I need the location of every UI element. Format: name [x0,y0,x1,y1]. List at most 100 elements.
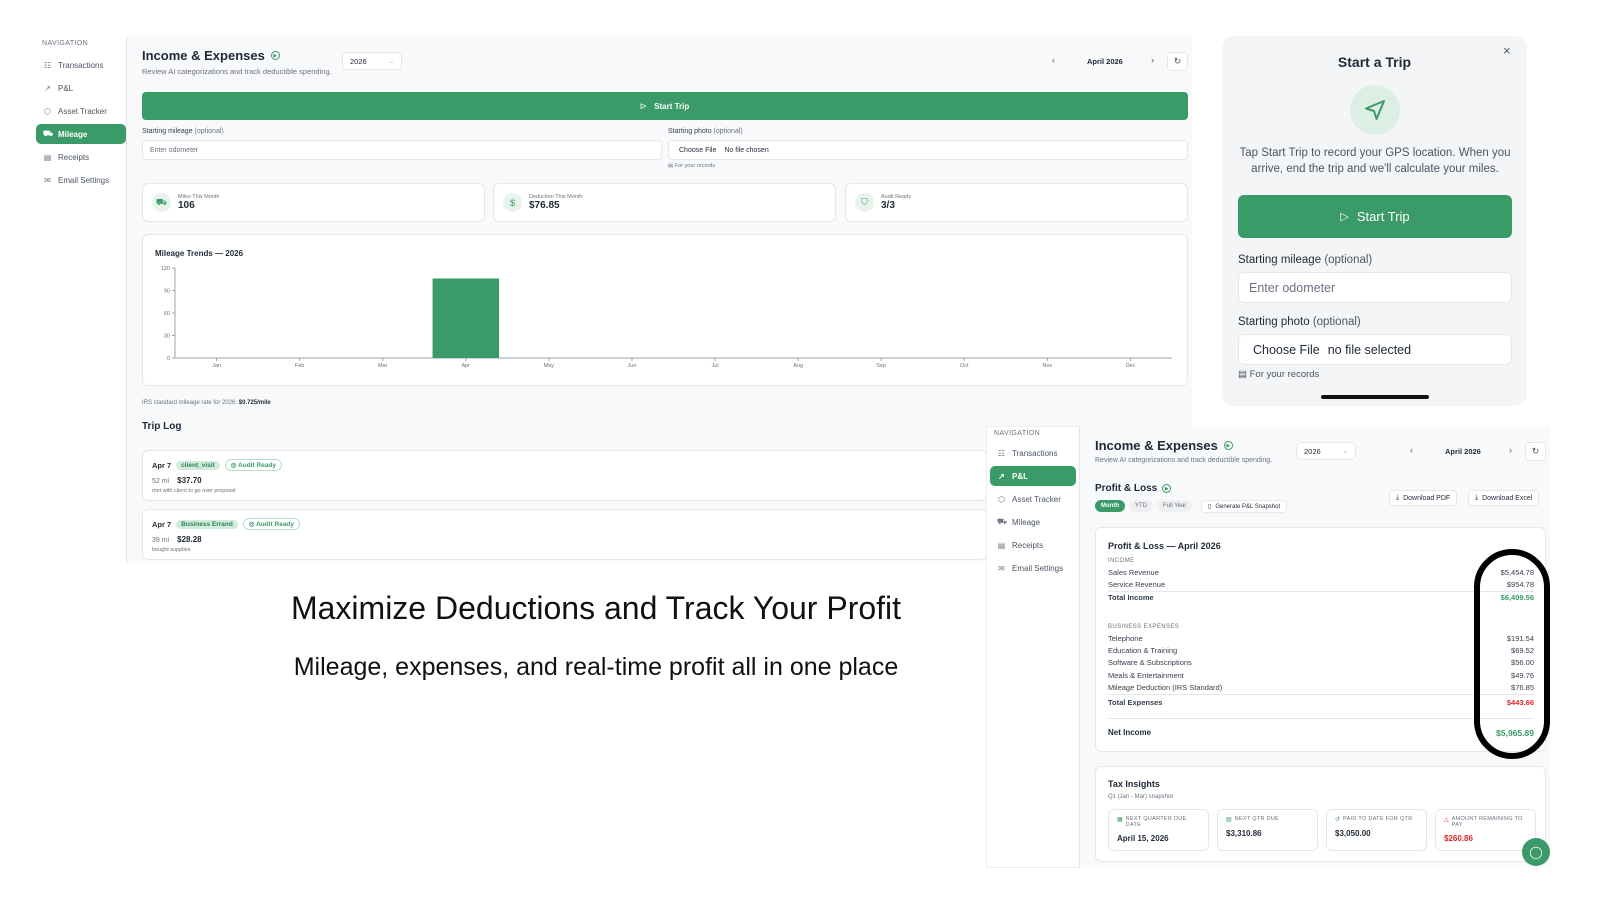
x-tick-label: Aug [793,363,803,369]
tab-month[interactable]: Month [1095,500,1125,512]
modal-photo-input[interactable]: Choose File no file selected [1238,334,1512,365]
pl-refresh-icon[interactable]: ↻ [1525,442,1546,461]
mail-icon: ✉ [44,175,51,185]
modal-choose-file-button[interactable]: Choose File [1253,343,1320,357]
next-month-icon[interactable]: › [1151,55,1154,65]
pl-line-item: Service Revenue $954.78 [1108,578,1534,590]
records-note: ▤ For your records [668,163,716,169]
sidebar-item-label: Receipts [58,152,90,162]
pl-year-value: 2026 [1304,446,1321,456]
calendar-icon: ▦ [1117,817,1123,823]
sidebar-item-label: Mileage [1012,517,1041,527]
trip-category-badge: Business Errand [176,519,238,529]
download-excel-button[interactable]: ⤓ Download Excel [1468,490,1540,506]
sidebar-item-p-l[interactable]: ↗ P&L [36,78,126,98]
sidebar-item-mileage[interactable]: ⛟ Mileage [990,512,1076,532]
pl-line-label: Meals & Entertainment [1108,670,1184,680]
audit-ready-badge: ◎ Audit Ready [224,459,282,471]
chart-title: Mileage Trends — 2026 [155,249,244,258]
sidebar-item-receipts[interactable]: ▤ Receipts [36,147,126,167]
info-icon: ▶ [1162,484,1172,493]
sidebar-item-transactions[interactable]: ☷ Transactions [36,55,126,75]
sidebar-item-receipts[interactable]: ▤ Receipts [990,535,1076,555]
total-expenses-row: Total Expenses $443.66 [1108,693,1534,710]
tax-insight-card: △ AMOUNT REMAINING TO PAY $260.86 [1435,809,1536,851]
y-tick-label: 90 [164,289,170,295]
modal-photo-label: Starting photo (optional) [1238,316,1361,328]
start-trip-button[interactable]: ▷ Start Trip [142,92,1188,120]
tab-ytd[interactable]: YTD [1129,500,1153,512]
trip-date: Apr 7 [152,460,172,470]
generate-snapshot-button[interactable]: ▯ Generate P&L Snapshot [1201,500,1288,513]
pl-line-item: Software & Subscriptions $56.00 [1108,657,1534,669]
audit-ready-badge: ◎ Audit Ready [242,518,301,530]
year-select[interactable]: 2026 ⌄ [342,52,402,70]
odometer-input[interactable]: Enter odometer [142,140,662,160]
modal-title: Start a Trip [1337,54,1412,70]
pl-income-section: INCOME Sales Revenue $5,454.78 Service Rev… [1108,558,1534,603]
tab-full-year[interactable]: Full Year [1157,500,1193,512]
pl-nav-heading: NAVIGATION [994,430,1041,437]
irs-rate-note: IRS standard mileage rate for 2026: $0.7… [142,400,271,406]
list-icon: ☷ [43,60,52,70]
pl-line-item: Telephone $191.54 [1108,632,1534,644]
x-tick-label: Apr [462,363,471,369]
trip-row[interactable]: Apr 7 client_visit ◎ Audit Ready 52 mi $37.7… [142,450,987,501]
sidebar-item-label: Email Settings [58,175,110,185]
trip-row[interactable]: Apr 7 Business Errand ◎ Audit Ready 39 mi $2… [142,509,987,560]
photo-file-input[interactable]: Choose File No file chosen [668,140,1188,160]
trip-miles: 39 mi [152,537,170,544]
income-heading: INCOME [1108,558,1135,564]
pl-section-title: Profit & Loss [1095,483,1158,494]
sidebar-item-email-settings[interactable]: ✉ Email Settings [36,170,126,190]
pl-section-header: Profit & Loss ▶ [1095,483,1172,494]
shield-icon: ⛉ [855,193,874,212]
sidebar-item-email-settings[interactable]: ✉ Email Settings [990,558,1076,578]
info-icon: ▶ [270,51,280,60]
stat-card: ⛉ Audit Ready 3/3 [845,183,1188,222]
trip-amount: $37.70 [177,476,202,485]
page-header: Income & Expenses ▶ [142,48,280,63]
pl-line-item: Meals & Entertainment $49.76 [1108,669,1534,681]
sidebar-item-asset-tracker[interactable]: ⬡ Asset Tracker [990,489,1076,509]
modal-no-file-text: no file selected [1327,342,1412,357]
download-icon: ⤓ [1475,494,1479,501]
pl-prev-month-icon[interactable]: ‹ [1410,445,1413,455]
sidebar-item-transactions[interactable]: ☷ Transactions [990,443,1076,463]
pl-line-label: Software & Subscriptions [1108,658,1192,668]
sidebar-item-asset-tracker[interactable]: ⬡ Asset Tracker [36,101,126,121]
box-icon: ⬡ [998,494,1005,504]
navigation-arrow-icon [1350,85,1400,135]
pl-line-label: Sales Revenue [1108,567,1159,577]
doc-icon: ▤ [1226,817,1232,823]
pl-next-month-icon[interactable]: › [1509,445,1512,455]
tax-insight-card: ▦ NEXT QUARTER DUE DATE April 15, 2026 [1108,809,1209,851]
car-icon: ⛟ [43,129,54,138]
trip-miles: 52 mi [152,478,170,485]
sidebar-item-p-l[interactable]: ↗ P&L [990,466,1076,486]
net-income-label: Net Income [1108,728,1152,737]
mileage-bar-chart: 0 30 60 90 120 Jan Feb Mar Apr May Jun Jul Aug Sep Oct… [161,266,1172,369]
choose-file-button[interactable]: Choose File [679,147,716,154]
modal-records-note: ▤ For your records [1238,369,1320,380]
prev-month-icon[interactable]: ‹ [1052,55,1055,65]
stat-card: ⛟ Miles This Month 106 [142,183,485,222]
tax-insights-subtitle: Q1 (Jan - Mar) snapshot [1108,794,1174,800]
play-icon: ▷ [640,103,647,110]
tax-cards: ▦ NEXT QUARTER DUE DATE April 15, 2026 ▤ NEX… [1108,809,1536,851]
play-icon: ▷ [1340,211,1349,223]
download-pdf-button[interactable]: ⤓ Download PDF [1389,490,1458,506]
net-income-row: Net Income $5,965.89 [1108,718,1534,738]
pl-year-select[interactable]: 2026 ⌄ [1296,442,1356,460]
modal-start-trip-button[interactable]: ▷ Start Trip [1238,195,1512,238]
x-tick-label: Jun [628,363,637,369]
pl-line-label: Telephone [1108,633,1143,643]
chat-icon[interactable]: ◯ [1522,838,1550,866]
x-tick-label: Jan [212,363,221,369]
x-tick-label: Feb [295,363,304,369]
sidebar-item-mileage[interactable]: ⛟ Mileage [36,124,126,144]
refresh-icon[interactable]: ↻ [1167,52,1188,71]
pl-line-item: Sales Revenue $5,454.78 [1108,566,1534,578]
modal-odometer-input[interactable]: Enter odometer [1238,272,1512,303]
tax-label: AMOUNT REMAINING TO PAY [1451,816,1523,828]
